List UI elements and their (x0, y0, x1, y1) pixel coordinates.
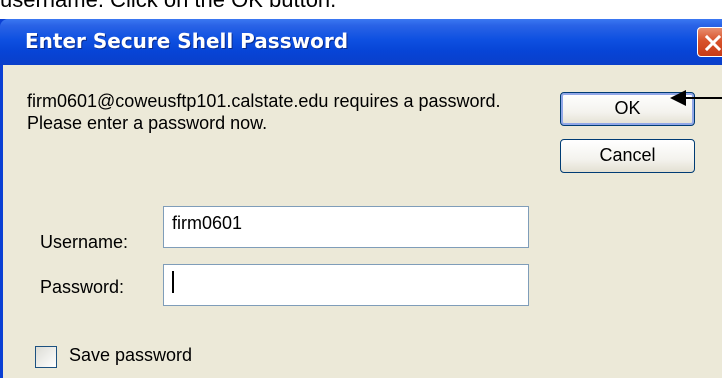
cancel-button[interactable]: Cancel (560, 139, 695, 173)
pointer-arrow-icon (670, 90, 722, 106)
ssh-password-dialog: Enter Secure Shell Password firm0601@cow… (0, 19, 722, 378)
password-input[interactable] (163, 264, 529, 306)
dialog-body: firm0601@coweusftp101.calstate.edu requi… (3, 65, 722, 378)
save-password-label[interactable]: Save password (69, 345, 192, 366)
username-value: firm0601 (172, 213, 243, 233)
username-label: Username: (40, 232, 129, 252)
prompt-message: firm0601@coweusftp101.calstate.edu requi… (27, 91, 501, 133)
text-caret (172, 271, 174, 293)
caption-text: username. Click on the OK button. (0, 0, 336, 11)
username-input[interactable]: firm0601 (163, 206, 529, 248)
dialog-title: Enter Secure Shell Password (25, 29, 349, 53)
close-button[interactable] (697, 27, 722, 57)
save-password-checkbox[interactable] (35, 346, 57, 368)
password-label: Password: (40, 277, 125, 297)
close-icon (704, 34, 722, 52)
title-bar[interactable]: Enter Secure Shell Password (0, 19, 722, 65)
